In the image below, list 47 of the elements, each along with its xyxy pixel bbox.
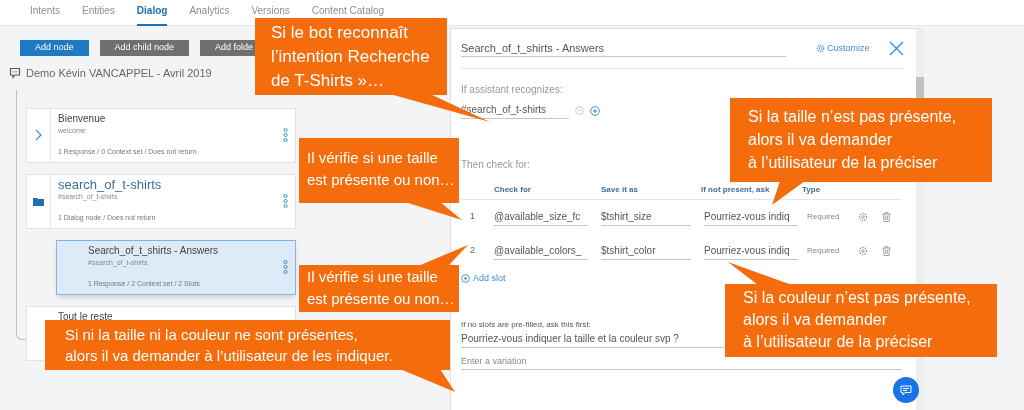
slot-type: Required [807,245,841,257]
tab[interactable]: Intents [30,0,61,26]
prompt-field[interactable]: Pourriez-vous indiq [704,208,798,226]
node-title: search_of_t-shirts [58,177,163,192]
settings-icon[interactable] [858,246,868,256]
column-header: Check for [494,184,532,196]
callout-tooltip: Si la taille n’est pas présente, alors il va demander à l’utilisateur de la préciser [730,98,992,182]
more-options-icon[interactable] [282,194,288,208]
slot-number: 2 [469,244,476,258]
dialog-title: Demo Kévin VANCAPPEL - Avril 2019 [26,66,212,81]
check-for-field[interactable]: @available_size_fc [494,208,588,226]
more-options-icon[interactable] [282,260,288,274]
column-header: Type [802,184,821,196]
section-label: Then check for: [461,158,530,172]
prefill-label: If no slots are pre-filled, ask this first: [461,318,591,331]
node-title: Bienvenue [58,111,107,126]
settings-icon[interactable] [858,212,868,222]
save-as-field[interactable]: $tshirt_size [601,208,691,226]
column-header: Save it as [601,184,639,196]
section-label: If assistant recognizes: [461,83,563,97]
column-header: If not present, ask [701,184,771,196]
toolbar-button[interactable]: Add node [20,40,89,56]
tab[interactable]: Analytics [189,0,230,26]
folder-icon [33,196,44,206]
save-as-field[interactable]: $tshirt_color [601,242,691,260]
chevron-right-icon[interactable] [35,129,42,141]
customize-link[interactable]: Customize [816,41,870,56]
remove-icon[interactable] [575,106,584,115]
toolbar-button[interactable]: Add child node [99,40,190,56]
delete-icon[interactable] [882,212,891,222]
check-for-field[interactable]: @available_colors_ [494,242,588,260]
add-icon[interactable] [590,105,600,116]
add-slot-link[interactable]: Add slot [461,272,902,286]
chat-icon [900,384,912,396]
tab[interactable]: Entities [82,0,115,26]
settings-icon [816,44,825,53]
slot-number: 1 [469,210,476,224]
close-icon[interactable] [888,41,904,56]
more-options-icon[interactable] [282,128,288,142]
tab[interactable]: Dialog [136,0,168,26]
chat-icon [9,67,21,80]
node-title: Search_of_t_shirts - Answers [88,243,220,258]
slot-type: Required [807,211,841,223]
node-name-field[interactable]: Search_of_t_shirts - Answers [461,40,786,57]
add-icon [461,274,470,284]
delete-icon[interactable] [882,246,891,256]
prompt-field[interactable]: Pourriez-vous indiq [704,242,798,260]
